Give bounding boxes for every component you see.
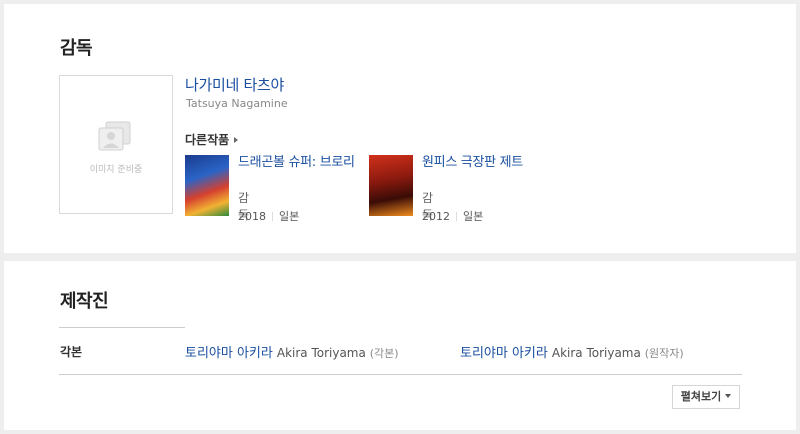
crew-member: 토리야마 아키라 Akira Toriyama (원작자) [460, 342, 684, 361]
other-works-label: 다른작품 [185, 133, 230, 147]
crew-name-link[interactable]: 토리야마 아키라 [185, 346, 273, 361]
expand-more-button[interactable]: 펼쳐보기 [672, 385, 740, 409]
work-meta: 2012 일본 [422, 208, 483, 224]
work-country: 일본 [279, 210, 300, 223]
crew-member: 토리야마 아키라 Akira Toriyama (각본) [185, 342, 399, 361]
divider [59, 327, 185, 328]
image-placeholder-icon [98, 121, 131, 151]
crew-role: (각본) [369, 347, 399, 360]
divider [59, 374, 742, 375]
work-year: 2012 [422, 210, 450, 223]
director-section-title: 감독 [60, 38, 93, 59]
crew-card: 제작진 각본 토리야마 아키라 Akira Toriyama (각본) 토리야마 … [4, 261, 796, 430]
work-year: 2018 [238, 210, 266, 223]
director-english-name: Tatsuya Nagamine [186, 97, 288, 110]
director-card: 감독 이미지 준비중 나가미네 타츠야 Tatsuya Nagamine 다른작… [4, 4, 796, 253]
caret-down-icon [725, 394, 732, 398]
chevron-right-icon [234, 137, 239, 143]
work-title-link[interactable]: 드래곤볼 슈퍼: 브로리 [238, 155, 358, 171]
crew-english-name: Akira Toriyama [551, 346, 641, 360]
crew-role-label: 각본 [60, 345, 83, 359]
crew-section-title: 제작진 [60, 291, 109, 312]
movie-poster-thumbnail[interactable] [185, 155, 229, 216]
crew-name-link[interactable]: 토리야마 아키라 [460, 346, 548, 361]
movie-poster-thumbnail[interactable] [369, 155, 413, 216]
crew-english-name: Akira Toriyama [276, 346, 366, 360]
expand-more-label: 펼쳐보기 [680, 390, 722, 403]
work-country: 일본 [463, 210, 484, 223]
work-title-link[interactable]: 원피스 극장판 제트 [422, 155, 542, 171]
director-photo-placeholder: 이미지 준비중 [59, 75, 173, 214]
meta-divider [272, 212, 273, 221]
photo-placeholder-caption: 이미지 준비중 [89, 165, 143, 175]
work-meta: 2018 일본 [238, 208, 299, 224]
director-name-link[interactable]: 나가미네 타츠야 [185, 74, 284, 95]
meta-divider [456, 212, 457, 221]
other-works-link[interactable]: 다른작품 [185, 131, 239, 148]
crew-role: (원작자) [644, 347, 684, 360]
